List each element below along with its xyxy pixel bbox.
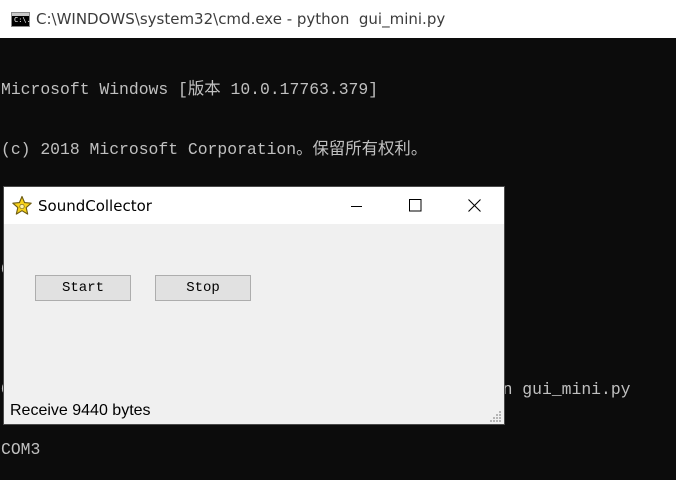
- app-window-title: SoundCollector: [38, 196, 152, 215]
- cmd-icon-label: C:\.: [14, 15, 31, 24]
- feather-icon: [12, 195, 32, 215]
- console-line: (c) 2018 Microsoft Corporation。保留所有权利。: [1, 140, 428, 159]
- cmd-icon: C:\.: [11, 11, 31, 27]
- minimize-button[interactable]: [327, 187, 386, 224]
- soundcollector-window: SoundCollector Start Stop Receive 9440 b…: [4, 187, 504, 424]
- minimize-icon: [350, 205, 362, 207]
- resize-grip-icon[interactable]: [490, 410, 502, 422]
- maximize-button[interactable]: [386, 187, 445, 224]
- start-button[interactable]: Start: [35, 275, 131, 301]
- app-title-bar[interactable]: SoundCollector: [4, 187, 504, 224]
- stop-button[interactable]: Stop: [155, 275, 251, 301]
- close-icon: [468, 199, 481, 212]
- console-line: Microsoft Windows [版本 10.0.17763.379]: [1, 80, 379, 99]
- cmd-title-bar[interactable]: C:\. C:\WINDOWS\system32\cmd.exe - pytho…: [0, 0, 676, 38]
- status-label: Receive 9440 bytes: [10, 402, 151, 419]
- maximize-icon: [409, 199, 422, 212]
- cmd-window-title: C:\WINDOWS\system32\cmd.exe - python gui…: [36, 10, 446, 28]
- console-line: COM3: [1, 440, 41, 459]
- close-button[interactable]: [445, 187, 504, 224]
